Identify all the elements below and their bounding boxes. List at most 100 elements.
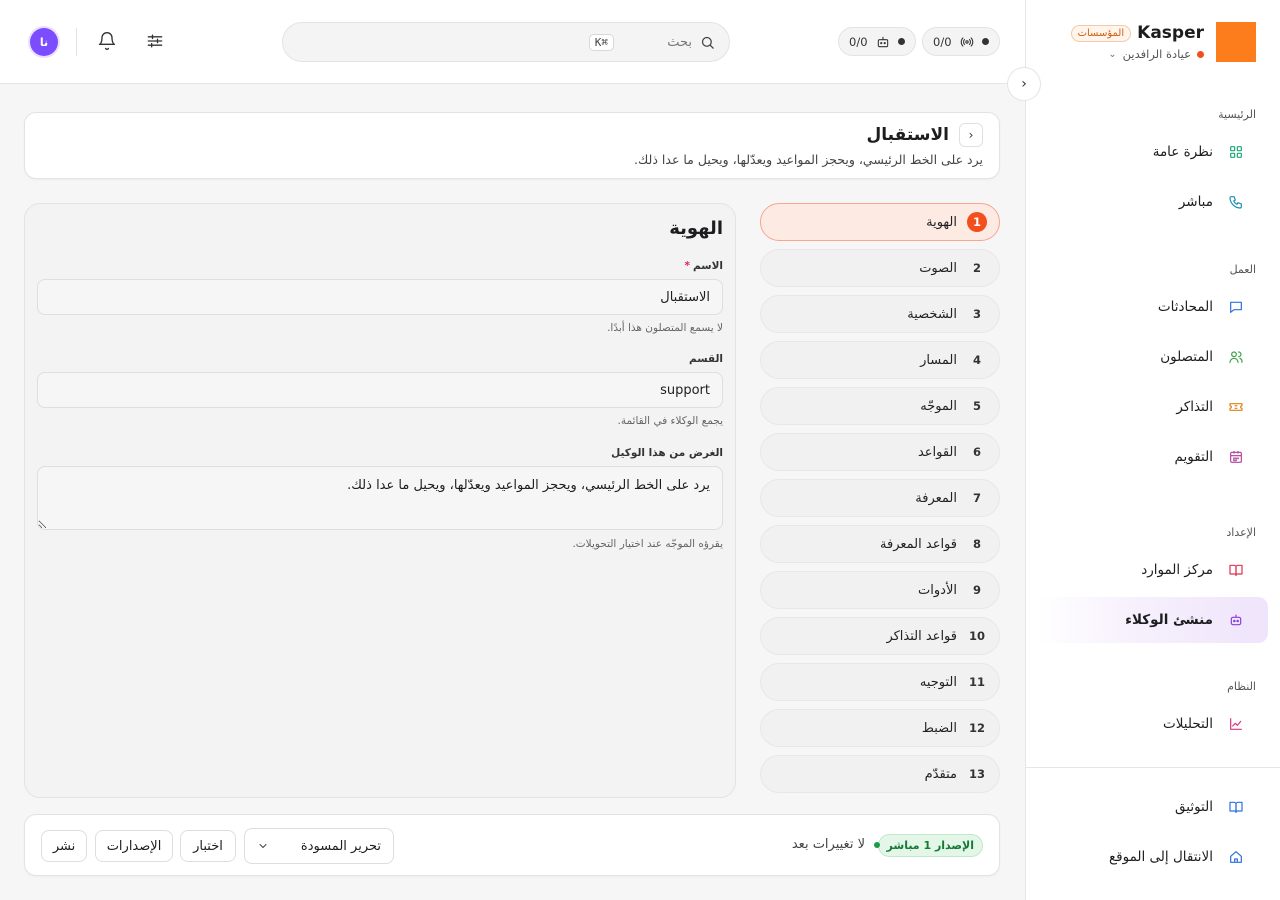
phone-icon [1227,193,1245,211]
publish-button[interactable]: نشر [41,830,87,862]
name-label: الاسم* [684,260,723,272]
step-label: قواعد التذاكر [886,628,957,644]
sidebar-item-agent-builder[interactable]: منشئ الوكلاء [1037,597,1268,643]
grid-icon [1227,143,1245,161]
users-icon [1227,348,1245,366]
nav-heading: الرئيسية [1218,108,1256,121]
calls-count: 0/0 [933,34,952,49]
test-button[interactable]: اختبار [180,830,236,862]
home-icon [1227,848,1245,866]
bots-count: 0/0 [849,34,868,49]
nav-heading: الإعداد [1226,526,1256,539]
sidebar-item-resources[interactable]: مركز الموارد [1037,547,1268,593]
change-status: لا تغييرات بعد [791,837,865,852]
chevron-down-icon [259,844,267,849]
name-hint: لا يسمع المتصلون هذا أبدًا. [607,322,723,334]
sidebar-item-analytics[interactable]: التحليلات [1037,701,1268,747]
department-field[interactable] [37,372,723,408]
step-knowledge-rules[interactable]: 8 قواعد المعرفة [760,525,1000,563]
plan-badge: المؤسسات [1070,24,1132,42]
name-field[interactable] [37,279,723,315]
step-number: 3 [973,307,982,321]
search-input[interactable] [622,34,692,50]
sidebar-item-label: المحادثات [1157,299,1213,315]
step-flow[interactable]: 4 المسار [760,341,1000,379]
step-label: المسار [920,352,957,368]
sidebar-item-label: مركز الموارد [1141,562,1213,578]
step-rules[interactable]: 6 القواعد [760,433,1000,471]
step-identity[interactable]: 1 الهوية [760,203,1000,241]
sidebar-item-label: التقويم [1174,449,1213,465]
sliders-icon[interactable] [144,30,166,52]
calendar-icon [1227,448,1245,466]
nav-heading: النظام [1227,680,1256,693]
purpose-label: الغرض من هذا الوكيل [611,447,723,459]
sidebar: Kasper المؤسسات عيادة الرافدين ⌄ الرئيسي… [1025,0,1280,900]
workspace-status-dot [1197,50,1204,58]
step-ticket-rules[interactable]: 10 قواعد التذاكر [760,617,1000,655]
step-tools[interactable]: 9 الأدوات [760,571,1000,609]
step-advanced[interactable]: 13 متقدّم [760,755,1000,793]
step-label: المعرفة [915,490,957,506]
identity-form: الهوية الاسم* لا يسمع المتصلون هذا أبدًا… [24,203,736,798]
step-number: 2 [973,261,982,275]
sidebar-divider [1025,767,1280,768]
page-description: يرد على الخط الرئيسي، ويحجز المواعيد ويع… [634,152,983,167]
chevron-left-icon: ‹ [968,128,974,142]
chart-icon [1227,715,1245,733]
draft-select-value: تحرير المسودة [300,838,381,854]
step-persona[interactable]: 3 الشخصية [760,295,1000,333]
step-knowledge[interactable]: 7 المعرفة [760,479,1000,517]
step-number: 6 [973,445,982,459]
search-icon [701,36,714,49]
bell-icon[interactable] [96,30,118,52]
draft-select[interactable]: تحرير المسودة [244,828,394,864]
live-status-dot [874,842,880,848]
user-avatar[interactable]: نا [30,28,58,56]
step-number: 9 [973,583,982,597]
sidebar-item-go-to-site[interactable]: الانتقال إلى الموقع [1037,834,1268,880]
sidebar-item-label: التذاكر [1176,399,1213,415]
calls-stat: 0/0 [922,27,1000,56]
brand-block[interactable]: Kasper المؤسسات عيادة الرافدين ⌄ [1070,22,1256,62]
search-shortcut: ⌘K [588,33,614,51]
step-voice[interactable]: 2 الصوت [760,249,1000,287]
back-button[interactable]: ‹ [959,123,983,147]
nav-section-work: العمل المحادثات المتصلون التذاكر التقويم [1025,260,1280,484]
sidebar-item-label: التحليلات [1163,716,1213,732]
collapse-sidebar-button[interactable]: ‹ [1007,67,1041,101]
step-number: 1 [967,212,987,232]
sidebar-item-live[interactable]: مباشر [1037,179,1268,225]
sidebar-item-tickets[interactable]: التذاكر [1037,384,1268,430]
sidebar-item-label: منشئ الوكلاء [1125,612,1213,628]
step-label: القواعد [917,444,957,460]
sidebar-item-calendar[interactable]: التقويم [1037,434,1268,480]
step-routing[interactable]: 11 التوجيه [760,663,1000,701]
sidebar-item-overview[interactable]: نظرة عامة [1037,129,1268,175]
sidebar-item-conversations[interactable]: المحادثات [1037,284,1268,330]
step-number: 7 [973,491,982,505]
step-label: متقدّم [924,766,957,782]
search-bar[interactable]: ⌘K [282,22,730,62]
sidebar-item-label: التوثيق [1174,799,1213,815]
brand-name: Kasper [1137,23,1204,43]
versions-button[interactable]: الإصدارات [95,830,173,862]
workspace-switcher[interactable]: عيادة الرافدين ⌄ [1071,47,1204,61]
step-tuning[interactable]: 12 الضبط [760,709,1000,747]
bot-icon [1227,611,1245,629]
nav-section-main: الرئيسية نظرة عامة مباشر [1025,105,1280,229]
form-title: الهوية [669,218,723,239]
sidebar-item-callers[interactable]: المتصلون [1037,334,1268,380]
step-prompt[interactable]: 5 الموجّه [760,387,1000,425]
step-number: 8 [973,537,982,551]
purpose-field[interactable]: يرد على الخط الرئيسي، ويحجز المواعيد ويع… [37,466,723,530]
page-header: ‹ الاستقبال يرد على الخط الرئيسي، ويحجز … [24,112,1000,179]
step-label: الضبط [921,720,957,736]
book-icon [1227,561,1245,579]
toolbar-divider [76,28,77,56]
status-dot [897,38,905,45]
sidebar-item-docs[interactable]: التوثيق [1037,784,1268,830]
step-label: الهوية [926,214,957,230]
brand-logo [1216,22,1256,62]
nav-section-setup: الإعداد مركز الموارد منشئ الوكلاء [1025,523,1280,647]
